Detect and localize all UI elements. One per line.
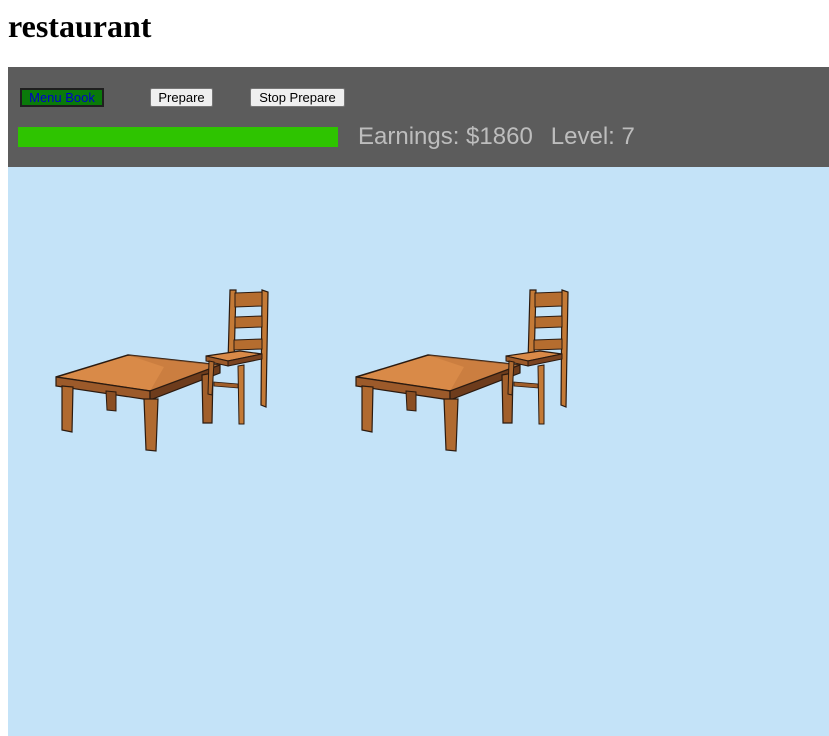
table-icon[interactable]: [355, 354, 521, 452]
page-title: restaurant: [8, 8, 152, 44]
earnings-text: Earnings: $1860: [358, 123, 533, 150]
menu-book-button[interactable]: Menu Book: [20, 88, 104, 107]
preparation-progress-bar: [18, 127, 338, 147]
chair-icon[interactable]: [205, 289, 269, 425]
table-set-1: [55, 289, 269, 452]
prepare-button[interactable]: Prepare: [150, 88, 213, 107]
restaurant-floor: [8, 167, 829, 736]
table-icon[interactable]: [55, 354, 221, 452]
level-text: Level: 7: [550, 123, 635, 150]
chair-icon[interactable]: [505, 289, 569, 425]
table-set-2: [355, 289, 569, 452]
progress-fill: [18, 127, 338, 147]
stats-readout: Earnings: $1860 Level: 7: [358, 122, 635, 152]
stop-prepare-button[interactable]: Stop Prepare: [250, 88, 345, 107]
game-toolbar: Menu Book Prepare Stop Prepare Earnings:…: [8, 67, 829, 167]
